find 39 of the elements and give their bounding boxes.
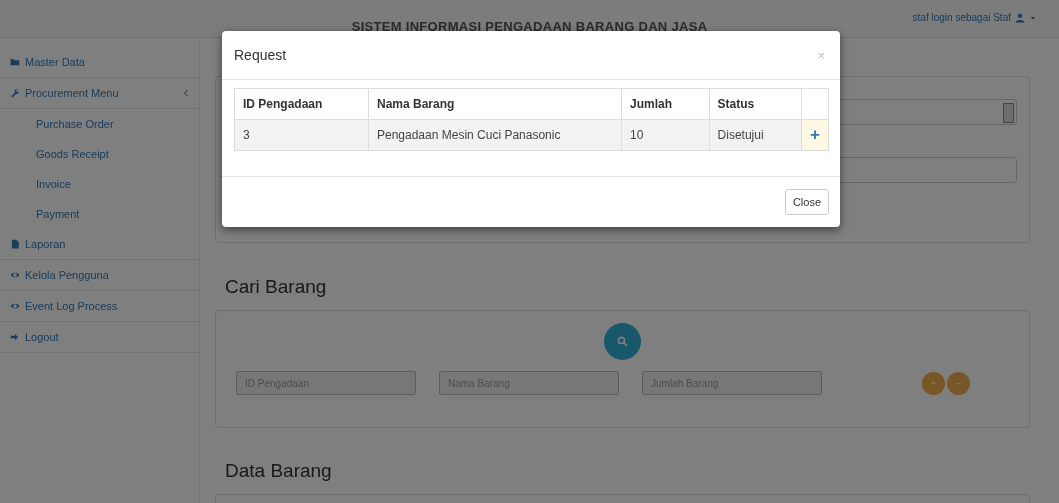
table-cell: Disetujui [709, 119, 802, 151]
section-heading: Cari Barang [225, 276, 328, 298]
app-title: SISTEM INFORMASI PENGADAAN BARANG DAN JASA [351, 19, 708, 34]
table-cell: 3 [234, 119, 369, 151]
dropdown-button[interactable] [1003, 103, 1014, 123]
remove-button[interactable] [947, 371, 970, 395]
sidebar-item[interactable]: Procurement Menu [0, 78, 199, 109]
modal-title: Request [234, 47, 287, 63]
sidebar-item[interactable]: Laporan [0, 229, 199, 260]
submenu-item[interactable]: Payment [0, 199, 199, 229]
submenu-item[interactable]: Purchase Order [0, 109, 199, 139]
wrench-icon [10, 88, 20, 98]
minus-icon [956, 380, 961, 386]
submenu-item[interactable]: Goods Receipt [0, 139, 199, 169]
eye-icon [10, 270, 20, 280]
sidebar-item[interactable]: Master Data [0, 47, 199, 78]
table-cell: Pengadaan Mesin Cuci Panasonic [368, 119, 622, 151]
sidebar-item[interactable]: Kelola Pengguna [0, 260, 199, 291]
add-button[interactable] [922, 371, 945, 395]
search-button[interactable] [604, 323, 641, 360]
table-cell: 10 [621, 119, 710, 151]
column-header: ID Pengadaan [234, 88, 369, 120]
file-icon [10, 239, 20, 249]
user-icon [1015, 12, 1025, 23]
submenu-item[interactable]: Invoice [0, 169, 199, 199]
sign-in-icon [10, 332, 20, 342]
section-heading: Data Barang [225, 460, 333, 482]
close-button[interactable]: × [817, 47, 825, 63]
plus-icon [931, 380, 936, 386]
search-icon [617, 336, 628, 347]
eye-icon [10, 301, 20, 311]
sidebar-item[interactable]: Logout [0, 322, 199, 353]
user-menu[interactable]: staf login sebagai Staf [912, 12, 1037, 23]
column-header: Status [709, 88, 802, 120]
sidebar-item[interactable]: Event Log Process [0, 291, 199, 322]
folder-icon [10, 57, 20, 67]
close-button[interactable]: Close [784, 189, 829, 215]
column-header: Jumlah [621, 88, 710, 120]
column-header: Nama Barang [368, 88, 622, 120]
